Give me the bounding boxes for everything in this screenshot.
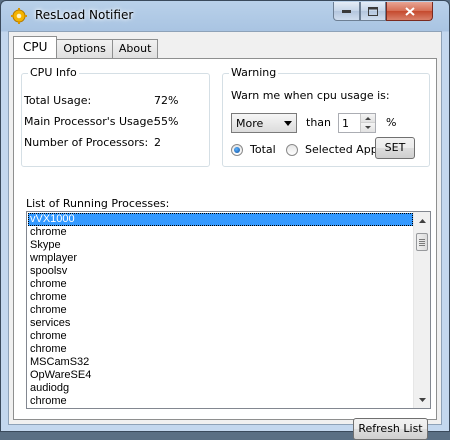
percent-label: %: [386, 116, 397, 129]
close-button[interactable]: [386, 2, 433, 21]
refresh-list-button[interactable]: Refresh List: [353, 418, 428, 440]
threshold-stepper[interactable]: 1: [338, 113, 376, 133]
main-processor-usage-value: 55%: [154, 115, 179, 128]
total-usage-value: 72%: [154, 94, 179, 107]
process-list-item[interactable]: services: [28, 317, 413, 330]
process-list-item[interactable]: chrome: [28, 226, 413, 239]
window-title: ResLoad Notifier: [35, 8, 134, 22]
radio-total[interactable]: [231, 144, 243, 156]
process-list-item[interactable]: chrome: [28, 395, 413, 408]
process-list-item[interactable]: spoolsv: [28, 265, 413, 278]
cpu-tab-panel: CPU Info Total Usage: 72% Main Processor…: [13, 58, 437, 440]
scroll-up-button[interactable]: [414, 212, 430, 229]
radio-total-label[interactable]: Total: [250, 143, 276, 156]
scroll-down-icon: [418, 397, 426, 402]
vertical-scrollbar[interactable]: [413, 212, 430, 408]
scroll-down-button[interactable]: [414, 391, 430, 408]
tab-about[interactable]: About: [111, 39, 159, 58]
grip-line: [419, 241, 425, 242]
tab-strip: CPU Options About: [13, 36, 159, 58]
processor-count-label: Number of Processors:: [24, 136, 149, 149]
radio-selected-app-label[interactable]: Selected App: [305, 143, 378, 156]
client-area: CPU Options About CPU Info Total Usage: …: [8, 31, 442, 440]
radio-selected-app[interactable]: [286, 144, 298, 156]
stepper-down-button[interactable]: [361, 123, 375, 132]
comparison-value: More: [236, 117, 264, 130]
warning-group: Warning Warn me when cpu usage is: More …: [222, 66, 430, 167]
processor-count-value: 2: [154, 136, 161, 149]
minimize-icon: [342, 10, 351, 13]
process-list-item[interactable]: wmplayer: [28, 252, 413, 265]
process-list-items: vVX1000 chrome Skype wmplayer spoolsv chrome c…: [28, 213, 413, 408]
cpu-info-group: CPU Info Total Usage: 72% Main Processor…: [21, 66, 210, 167]
grip-line: [419, 239, 425, 240]
process-list-item[interactable]: chrome: [28, 330, 413, 343]
stepper-up-button[interactable]: [361, 114, 375, 123]
process-list-item[interactable]: chrome: [28, 343, 413, 356]
process-list-item[interactable]: audiodg: [28, 382, 413, 395]
process-list-item[interactable]: vVX1000: [28, 213, 413, 226]
scroll-thumb[interactable]: [416, 233, 428, 251]
threshold-value: 1: [342, 117, 349, 130]
main-processor-usage-label: Main Processor's Usage:: [24, 115, 157, 128]
scroll-up-icon: [418, 218, 426, 223]
process-list-item[interactable]: chrome: [28, 291, 413, 304]
arrow-down-icon: [365, 126, 371, 129]
close-icon: [404, 6, 415, 16]
warning-title: Warning: [229, 66, 279, 79]
maximize-button[interactable]: [360, 2, 386, 21]
comparison-dropdown[interactable]: More: [231, 113, 297, 133]
gear-app-icon: [11, 8, 27, 24]
set-button[interactable]: SET: [375, 137, 415, 159]
process-list-item[interactable]: Skype: [28, 239, 413, 252]
process-list-item[interactable]: OpWareSE4: [28, 369, 413, 382]
stepper-buttons: [360, 114, 375, 132]
grip-line: [419, 245, 425, 246]
tab-cpu[interactable]: CPU: [13, 36, 58, 58]
cpu-info-title: CPU Info: [28, 66, 79, 79]
process-list-label: List of Running Processes:: [26, 197, 170, 210]
process-list[interactable]: vVX1000 chrome Skype wmplayer spoolsv chrome c…: [26, 211, 431, 409]
chevron-down-icon: [284, 121, 292, 126]
app-window: ResLoad Notifier CPU Options About CPU I…: [0, 0, 450, 440]
tab-options[interactable]: Options: [56, 39, 113, 58]
total-usage-label: Total Usage:: [24, 94, 92, 107]
warning-prompt: Warn me when cpu usage is:: [231, 89, 390, 102]
title-bar[interactable]: ResLoad Notifier: [1, 1, 449, 31]
maximize-icon: [368, 6, 378, 16]
minimize-button[interactable]: [333, 2, 360, 21]
process-list-item[interactable]: MSCamS32: [28, 356, 413, 369]
process-list-item[interactable]: chrome: [28, 304, 413, 317]
grip-line: [419, 243, 425, 244]
process-list-item[interactable]: chrome: [28, 278, 413, 291]
than-label: than: [306, 116, 331, 129]
arrow-up-icon: [365, 116, 371, 120]
